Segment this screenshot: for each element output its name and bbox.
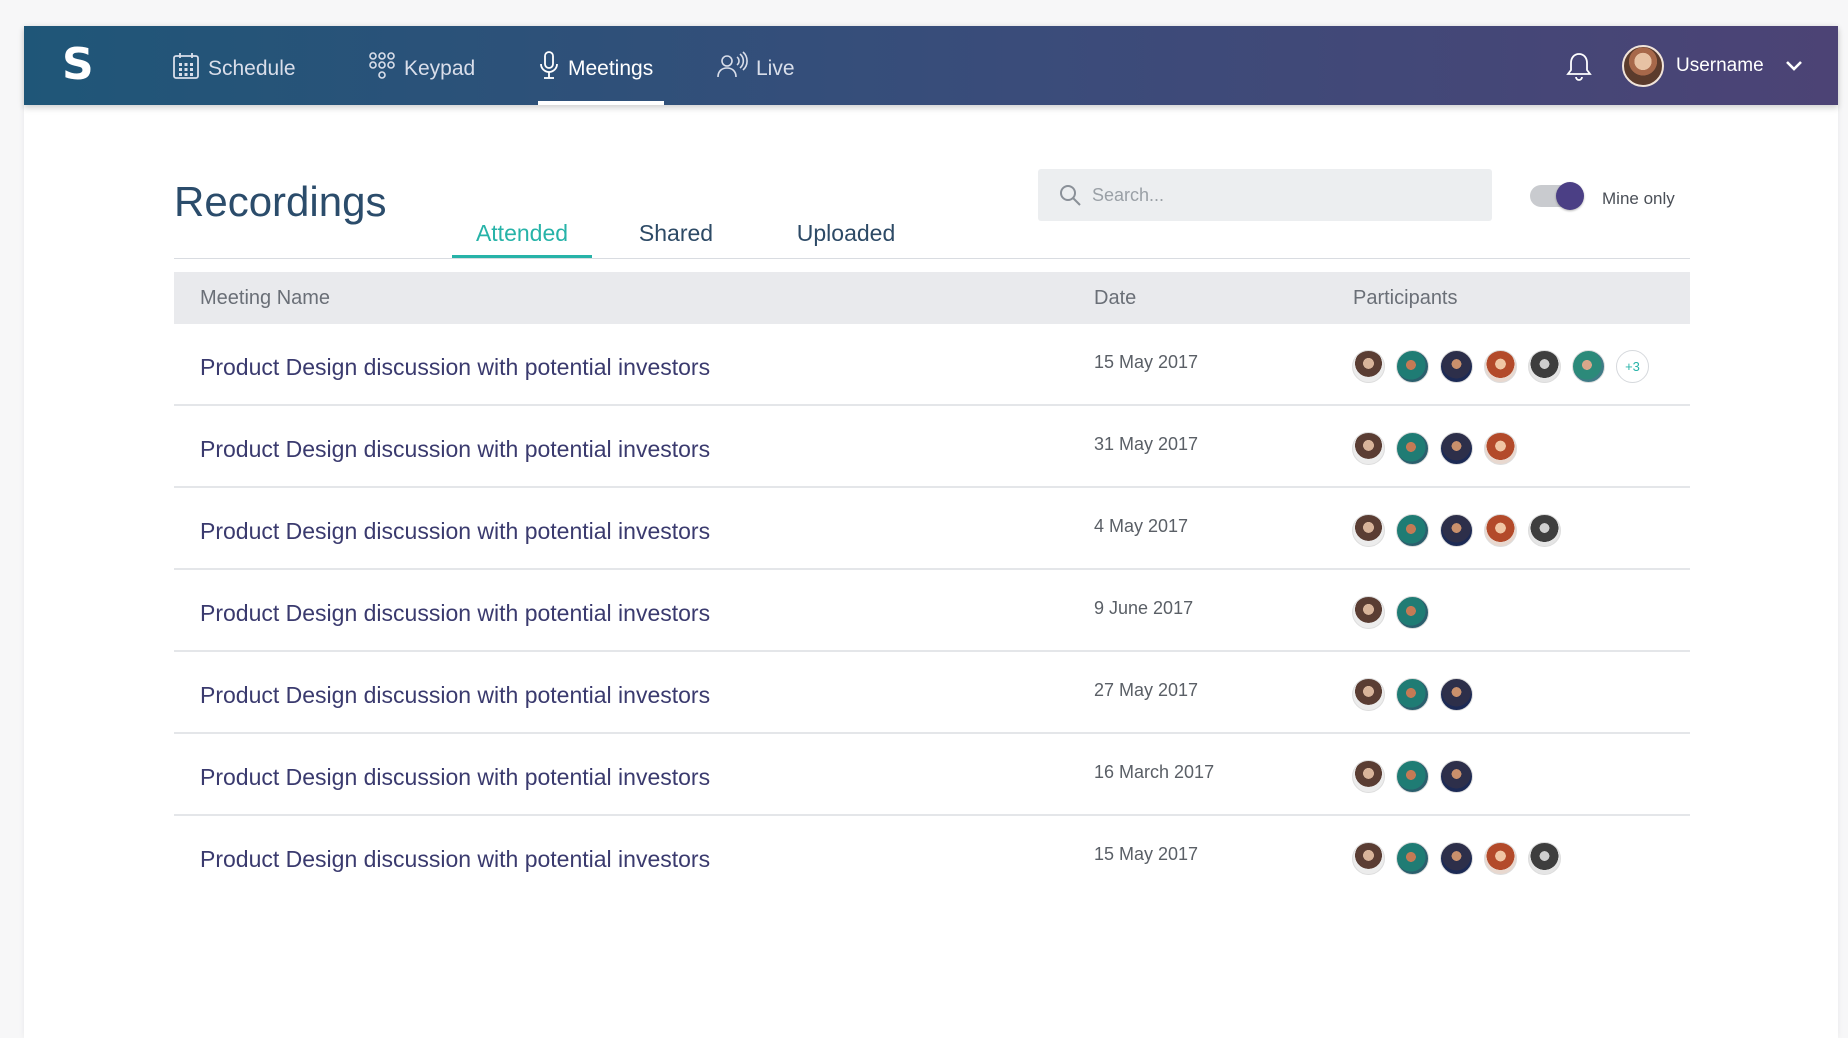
meeting-name-link[interactable]: Product Design discussion with potential… bbox=[200, 436, 710, 463]
nav-label-meetings: Meetings bbox=[568, 56, 654, 80]
meeting-date: 9 June 2017 bbox=[1094, 598, 1194, 618]
user-avatar[interactable] bbox=[1622, 45, 1664, 87]
participants-list bbox=[1352, 756, 1484, 796]
participant-avatar[interactable] bbox=[1440, 677, 1473, 711]
page-title: Recordings bbox=[174, 178, 387, 225]
participant-avatar[interactable] bbox=[1484, 349, 1517, 383]
live-audio-icon bbox=[717, 50, 748, 77]
header-divider bbox=[174, 258, 1690, 259]
participants-list bbox=[1352, 674, 1484, 714]
participant-avatar[interactable] bbox=[1440, 513, 1473, 547]
participant-avatar[interactable] bbox=[1396, 759, 1429, 793]
table-row[interactable]: Product Design discussion with potential… bbox=[174, 734, 1690, 816]
table-row[interactable]: Product Design discussion with potential… bbox=[174, 816, 1690, 898]
meeting-date: 4 May 2017 bbox=[1094, 516, 1189, 536]
table-header: Meeting Name Date Participants bbox=[174, 272, 1690, 324]
participant-avatar[interactable] bbox=[1352, 349, 1385, 383]
nav-label-live: Live bbox=[756, 56, 795, 80]
participant-avatar[interactable] bbox=[1396, 595, 1429, 629]
participant-avatar[interactable] bbox=[1352, 513, 1385, 547]
app-logo[interactable]: S bbox=[62, 40, 106, 90]
table-row[interactable]: Product Design discussion with potential… bbox=[174, 324, 1690, 406]
participant-avatar[interactable] bbox=[1396, 841, 1429, 875]
mine-only-toggle[interactable] bbox=[1530, 182, 1584, 210]
mine-only-label: Mine only bbox=[1602, 189, 1675, 208]
username-label[interactable]: Username bbox=[1676, 55, 1764, 77]
participant-avatar[interactable] bbox=[1352, 841, 1385, 875]
table-row[interactable]: Product Design discussion with potential… bbox=[174, 488, 1690, 570]
participant-avatar[interactable] bbox=[1528, 841, 1561, 875]
chevron-down-icon[interactable] bbox=[1782, 54, 1806, 78]
column-header-meeting-name[interactable]: Meeting Name bbox=[200, 287, 330, 310]
participant-avatar[interactable] bbox=[1572, 349, 1605, 383]
search-input[interactable] bbox=[1092, 184, 1472, 206]
tab-uploaded[interactable]: Uploaded bbox=[776, 192, 916, 258]
app-window: S Schedule Keypad Meetings Live Username… bbox=[24, 26, 1838, 1038]
participant-avatar[interactable] bbox=[1440, 841, 1473, 875]
nav-label-keypad: Keypad bbox=[404, 56, 476, 80]
participant-avatar[interactable] bbox=[1440, 759, 1473, 793]
column-header-participants[interactable]: Participants bbox=[1353, 287, 1458, 310]
toggle-knob bbox=[1556, 182, 1584, 210]
meeting-name-link[interactable]: Product Design discussion with potential… bbox=[200, 354, 710, 381]
participant-avatar[interactable] bbox=[1396, 677, 1429, 711]
participant-avatar[interactable] bbox=[1528, 513, 1561, 547]
column-header-date[interactable]: Date bbox=[1094, 287, 1136, 310]
participant-avatar[interactable] bbox=[1484, 841, 1517, 875]
table-row[interactable]: Product Design discussion with potential… bbox=[174, 406, 1690, 488]
participant-avatar[interactable] bbox=[1396, 349, 1429, 383]
nav-item-live[interactable]: Live bbox=[716, 26, 816, 105]
participants-list bbox=[1352, 838, 1572, 878]
microphone-icon bbox=[540, 50, 558, 79]
search-box[interactable] bbox=[1038, 169, 1492, 221]
meeting-name-link[interactable]: Product Design discussion with potential… bbox=[200, 846, 710, 873]
participant-avatar[interactable] bbox=[1484, 431, 1517, 465]
participant-avatar[interactable] bbox=[1484, 513, 1517, 547]
meeting-date: 31 May 2017 bbox=[1094, 434, 1199, 454]
tab-shared[interactable]: Shared bbox=[614, 192, 738, 258]
participant-avatar[interactable] bbox=[1352, 677, 1385, 711]
participant-avatar[interactable] bbox=[1352, 595, 1385, 629]
meeting-name-link[interactable]: Product Design discussion with potential… bbox=[200, 682, 710, 709]
meeting-date: 15 May 2017 bbox=[1094, 352, 1199, 372]
participant-avatar[interactable] bbox=[1440, 431, 1473, 465]
participants-list bbox=[1352, 592, 1440, 632]
table-row[interactable]: Product Design discussion with potential… bbox=[174, 570, 1690, 652]
bell-icon[interactable] bbox=[1564, 50, 1594, 82]
more-participants-badge[interactable]: +3 bbox=[1616, 349, 1649, 383]
participant-avatar[interactable] bbox=[1396, 513, 1429, 547]
table-row[interactable]: Product Design discussion with potential… bbox=[174, 652, 1690, 734]
participant-avatar[interactable] bbox=[1528, 349, 1561, 383]
search-icon bbox=[1060, 185, 1081, 206]
participant-avatar[interactable] bbox=[1352, 431, 1385, 465]
top-navbar: S Schedule Keypad Meetings Live Username bbox=[24, 26, 1838, 105]
meeting-name-link[interactable]: Product Design discussion with potential… bbox=[200, 764, 710, 791]
meeting-name-link[interactable]: Product Design discussion with potential… bbox=[200, 600, 710, 627]
keypad-icon bbox=[369, 51, 395, 79]
nav-label-schedule: Schedule bbox=[208, 56, 296, 80]
nav-item-meetings[interactable]: Meetings bbox=[538, 26, 664, 105]
participants-list bbox=[1352, 428, 1528, 468]
tab-attended[interactable]: Attended bbox=[452, 192, 592, 258]
participants-list: +3 bbox=[1352, 346, 1649, 386]
meeting-date: 27 May 2017 bbox=[1094, 680, 1199, 700]
meeting-date: 15 May 2017 bbox=[1094, 844, 1199, 864]
participant-avatar[interactable] bbox=[1352, 759, 1385, 793]
nav-item-schedule[interactable]: Schedule bbox=[172, 26, 312, 105]
nav-item-keypad[interactable]: Keypad bbox=[368, 26, 498, 105]
meeting-name-link[interactable]: Product Design discussion with potential… bbox=[200, 518, 710, 545]
participants-list bbox=[1352, 510, 1572, 550]
participant-avatar[interactable] bbox=[1440, 349, 1473, 383]
participant-avatar[interactable] bbox=[1396, 431, 1429, 465]
meeting-date: 16 March 2017 bbox=[1094, 762, 1215, 782]
calendar-icon bbox=[173, 52, 199, 79]
